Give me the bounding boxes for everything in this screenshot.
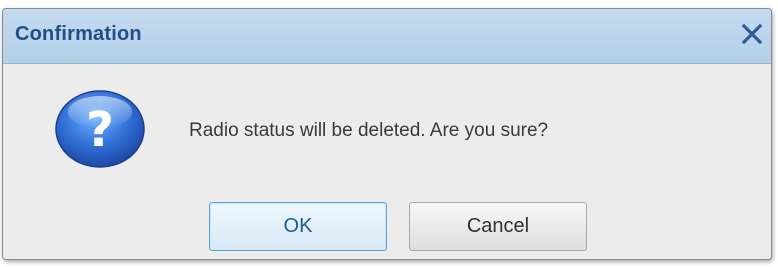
cancel-button[interactable]: Cancel [409,202,587,251]
dialog-body: ? Radio status will be deleted. Are you … [3,64,771,259]
question-icon: ? [51,88,149,170]
svg-text:?: ? [86,102,114,158]
dialog-message: Radio status will be deleted. Are you su… [189,120,549,141]
close-icon[interactable] [737,19,767,49]
dialog-titlebar: Confirmation [3,9,771,64]
cancel-button-label: Cancel [466,215,530,237]
dialog-title: Confirmation [15,23,142,45]
confirmation-dialog: Confirmation ? Radio status will be dele… [2,8,772,260]
ok-button[interactable]: OK [209,202,387,251]
ok-button-label: OK [283,215,313,237]
